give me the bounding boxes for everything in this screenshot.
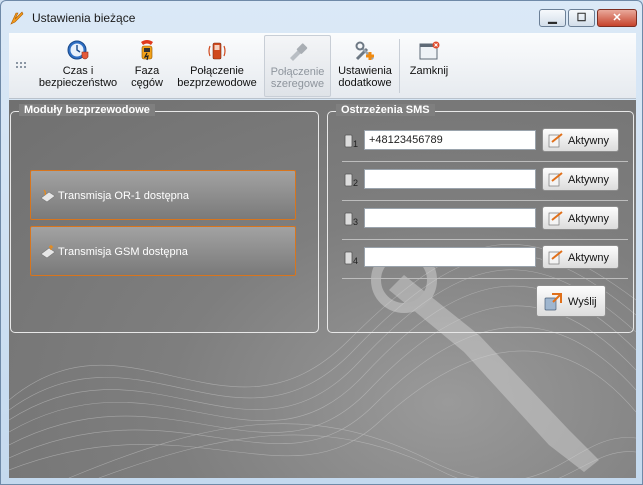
toolbar-clamp-phase-button[interactable]: Faza cęgów — [124, 35, 170, 97]
main-panel: Moduły bezprzewodowe Transmisja OR-1 dos… — [9, 100, 636, 478]
phone-3-icon: 3 — [344, 212, 358, 227]
sms-warnings-title: Ostrzeżenia SMS — [336, 104, 435, 116]
send-sms-button[interactable]: Wyślij — [536, 285, 606, 317]
phone-3-active-button[interactable]: Aktywny — [542, 206, 619, 230]
close-window-icon — [419, 41, 440, 60]
phone-4-active-button[interactable]: Aktywny — [542, 245, 619, 269]
phone-1-active-button[interactable]: Aktywny — [542, 128, 619, 152]
minimize-button[interactable]: ▁ — [539, 9, 566, 27]
toolbar-time-security-button[interactable]: Czas i bezpieczeństwo — [37, 35, 119, 97]
clamp-meter-icon — [141, 40, 153, 61]
phone-2-icon: 2 — [344, 173, 358, 188]
minimize-icon: ▁ — [548, 12, 557, 24]
row-divider — [342, 278, 628, 279]
svg-text:3: 3 — [353, 217, 358, 227]
wireless-modules-group: Moduły bezprzewodowe — [10, 104, 319, 333]
gsm-transmission-button[interactable]: Transmisja GSM dostępna — [30, 226, 296, 276]
clock-shield-icon — [67, 40, 89, 60]
phone-number-2-input[interactable] — [364, 169, 536, 189]
maximize-button[interactable]: ☐ — [568, 9, 595, 27]
title-bar[interactable]: Ustawienia bieżące ▁ ☐ ✕ — [1, 1, 642, 33]
gsm-transmission-label: Transmisja GSM dostępna — [58, 246, 188, 258]
window-title: Ustawienia bieżące — [32, 11, 136, 25]
phone-1-icon: 1 — [344, 134, 358, 149]
edit-check-icon — [548, 133, 563, 148]
edit-check-icon — [548, 250, 563, 265]
row-divider — [342, 239, 628, 240]
row-divider — [342, 200, 628, 201]
maximize-icon: ☐ — [576, 12, 587, 24]
phone-number-3-input[interactable] — [364, 208, 536, 228]
phone-2-active-button[interactable]: Aktywny — [542, 167, 619, 191]
phone-number-4-input[interactable] — [364, 247, 536, 267]
toolbar-wireless-button[interactable]: Połączenie bezprzewodowe — [175, 35, 259, 97]
svg-text:1: 1 — [353, 139, 358, 149]
toolbar-close-button[interactable]: Zamknij — [405, 35, 453, 97]
radio-module-icon — [40, 189, 56, 203]
app-window: Ustawienia bieżące ▁ ☐ ✕ Czas i bezpiecz… — [0, 0, 643, 485]
serial-cable-icon — [289, 43, 307, 61]
row-divider — [342, 161, 628, 162]
phone-4-icon: 4 — [344, 251, 358, 266]
phone-number-1-input[interactable] — [364, 130, 536, 150]
gsm-module-icon — [40, 245, 56, 259]
send-message-icon — [544, 293, 562, 311]
toolbar-separator — [399, 39, 400, 93]
toolbar-extra-settings-button[interactable]: Ustawienia dodatkowe — [335, 35, 395, 97]
toolbar: Czas i bezpieczeństwo Faza cęgów Połącze… — [9, 33, 636, 99]
edit-check-icon — [548, 172, 563, 187]
close-icon: ✕ — [612, 12, 622, 24]
wireless-phone-icon — [208, 42, 226, 60]
app-logo-icon — [10, 11, 24, 25]
tools-plus-icon — [355, 41, 374, 61]
or1-transmission-label: Transmisja OR-1 dostępna — [58, 190, 190, 202]
wireless-modules-title: Moduły bezprzewodowe — [19, 104, 155, 116]
or1-transmission-button[interactable]: Transmisja OR-1 dostępna — [30, 170, 296, 220]
svg-text:2: 2 — [353, 178, 358, 188]
svg-text:4: 4 — [353, 256, 358, 266]
edit-check-icon — [548, 211, 563, 226]
close-button[interactable]: ✕ — [597, 9, 637, 27]
toolbar-serial-button[interactable]: Połączenie szeregowe — [264, 35, 331, 97]
toolbar-grip[interactable] — [16, 62, 30, 70]
